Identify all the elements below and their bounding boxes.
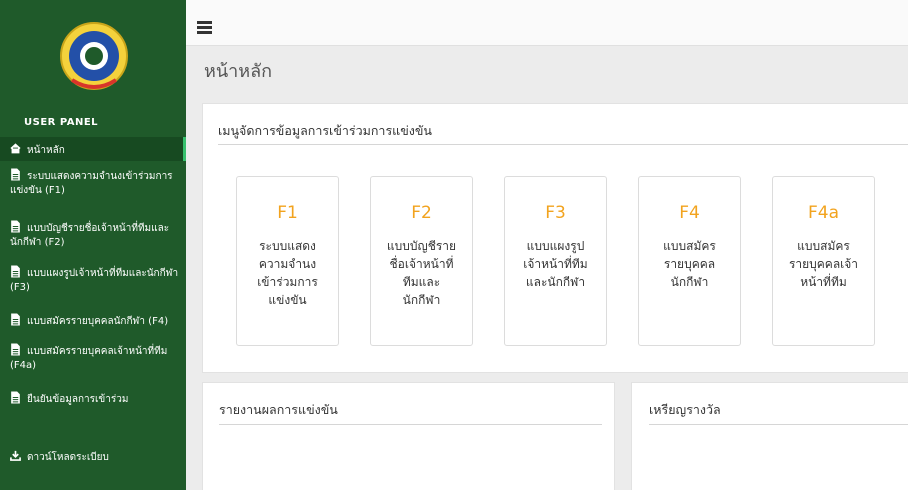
sidebar-item-label: ยืนยันข้อมูลการเข้าร่วม [27,394,129,405]
page-title: หน้าหลัก [204,61,273,82]
active-indicator [183,137,186,161]
sidebar-item-label: หน้าหลัก [27,145,65,156]
sidebar-item-f1[interactable]: ระบบแสดงความจำนงเข้าร่วมการแข่งขัน (F1) [0,168,186,198]
card-code: F4 [679,203,700,223]
document-icon [11,313,20,326]
results-panel [202,382,615,490]
medals-panel-title: เหรียญรางวัล [649,402,721,417]
document-icon [11,220,20,233]
card-f4a[interactable]: F4a แบบสมัคร รายบุคคลเจ้า หน้าที่ทีม [772,176,875,346]
home-icon [10,143,21,154]
sidebar-item-download[interactable]: ดาวน์โหลดระเบียบ [0,449,186,465]
document-icon [11,265,20,278]
download-icon [10,450,21,461]
card-description: แบบบัญชีราย ชื่อเจ้าหน้าที่ ทีมและ นักกี… [386,239,457,307]
menu-panel-title: เมนูจัดการข้อมูลการเข้าร่วมการแข่งขัน [218,123,432,138]
user-panel-title: USER PANEL [24,117,99,128]
document-icon [11,343,20,356]
organization-logo [58,14,130,98]
card-code: F2 [411,203,432,223]
sidebar-item-f3[interactable]: แบบแผงรูปเจ้าหน้าที่ทีมและนักกีฬา (F3) [0,265,186,295]
medals-panel [631,382,908,490]
document-icon [11,168,20,181]
card-description: ระบบแสดง ความจำนง เข้าร่วมการ แข่งขัน [257,239,318,307]
sidebar-item-label: แบบแผงรูปเจ้าหน้าที่ทีมและนักกีฬา (F3) [10,268,179,293]
menu-toggle-icon[interactable] [197,21,212,34]
sidebar: USER PANEL หน้าหลัก ระบบแสดงความจำนงเข้า… [0,0,186,490]
sidebar-item-label: แบบสมัครรายบุคคลนักกีฬา (F4) [27,316,169,327]
document-icon [11,391,20,404]
top-bar [186,0,908,46]
card-f3[interactable]: F3 แบบแผงรูป เจ้าหน้าที่ทีม และนักกีฬา [504,176,607,346]
card-description: แบบสมัคร รายบุคคล นักกีฬา [663,239,716,289]
card-f4[interactable]: F4 แบบสมัคร รายบุคคล นักกีฬา [638,176,741,346]
card-f2[interactable]: F2 แบบบัญชีราย ชื่อเจ้าหน้าที่ ทีมและ นั… [370,176,473,346]
panel-divider [218,144,908,145]
sidebar-item-f4a[interactable]: แบบสมัครรายบุคคลเจ้าหน้าที่ทีม (F4a) [0,343,186,373]
card-description: แบบสมัคร รายบุคคลเจ้า หน้าที่ทีม [788,239,859,289]
sidebar-item-label: ระบบแสดงความจำนงเข้าร่วมการแข่งขัน (F1) [10,171,173,196]
results-panel-title: รายงานผลการแข่งขัน [219,402,338,417]
sidebar-item-f4[interactable]: แบบสมัครรายบุคคลนักกีฬา (F4) [0,313,186,329]
sidebar-item-label: แบบบัญชีรายชื่อเจ้าหน้าที่ทีมและนักกีฬา … [10,223,170,248]
sidebar-item-label: ดาวน์โหลดระเบียบ [27,452,109,463]
card-description: แบบแผงรูป เจ้าหน้าที่ทีม และนักกีฬา [523,239,588,289]
sidebar-item-f2[interactable]: แบบบัญชีรายชื่อเจ้าหน้าที่ทีมและนักกีฬา … [0,220,186,250]
panel-divider [649,424,908,425]
card-f1[interactable]: F1 ระบบแสดง ความจำนง เข้าร่วมการ แข่งขัน [236,176,339,346]
card-code: F3 [545,203,566,223]
sidebar-item-home[interactable]: หน้าหลัก [0,137,186,161]
sidebar-item-confirm[interactable]: ยืนยันข้อมูลการเข้าร่วม [0,391,186,407]
panel-divider [219,424,602,425]
card-code: F4a [807,203,839,223]
card-code: F1 [277,203,298,223]
sidebar-item-label: แบบสมัครรายบุคคลเจ้าหน้าที่ทีม (F4a) [10,346,168,371]
